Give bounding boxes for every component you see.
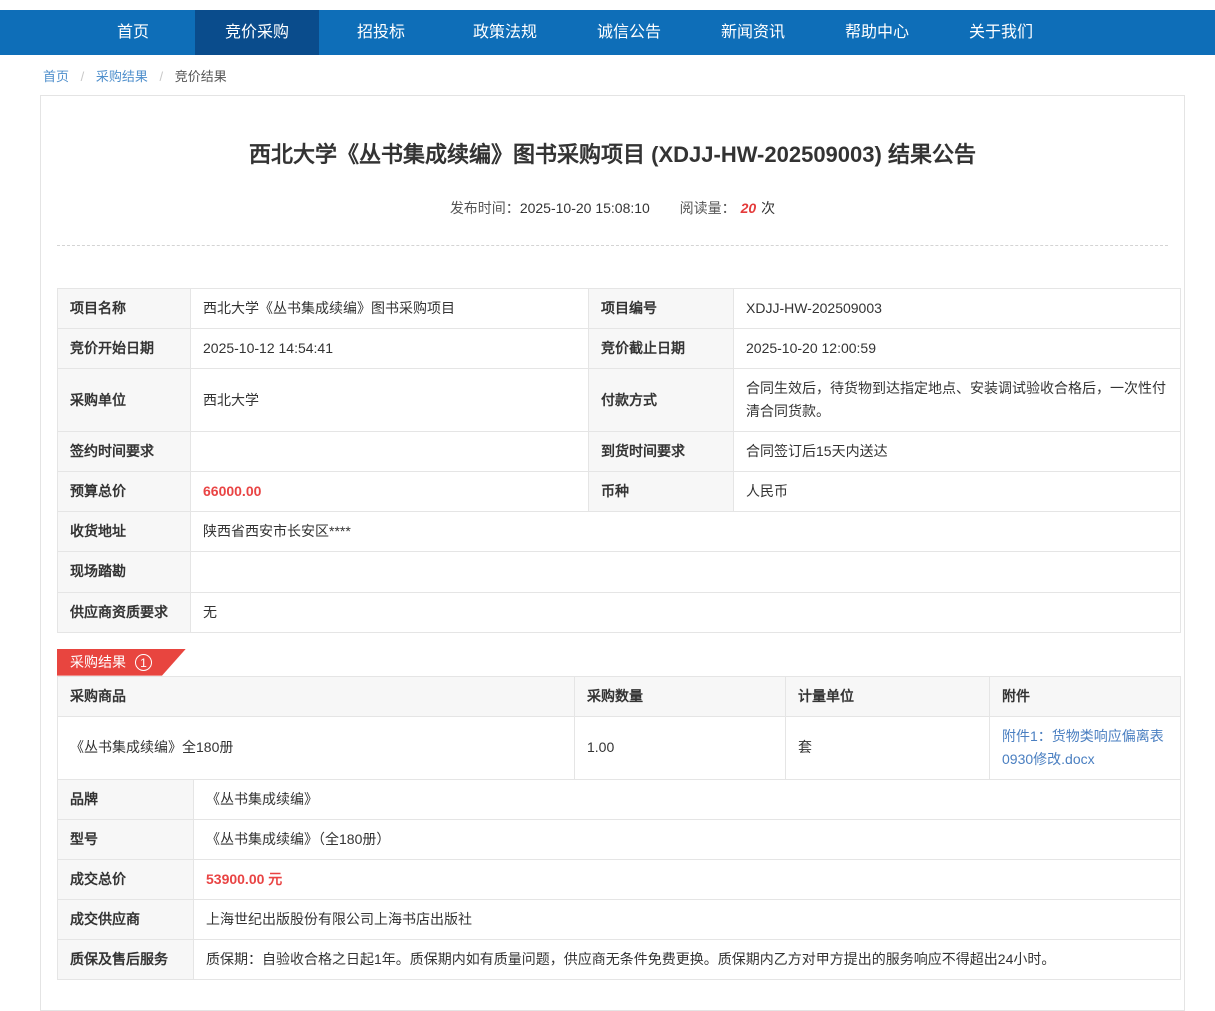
info-value: 合同生效后，待货物到达指定地点、安装调试验收合格后，一次性付清合同货款。 (734, 368, 1181, 431)
product-name: 《丛书集成续编》全180册 (58, 716, 575, 779)
info-label: 付款方式 (589, 368, 734, 431)
info-value: 合同签订后15天内送达 (734, 432, 1181, 472)
info-value: XDJJ-HW-202509003 (734, 288, 1181, 328)
nav-item-integrity[interactable]: 诚信公告 (567, 10, 691, 55)
budget-total-value: 66000.00 (191, 472, 589, 512)
attachment-link[interactable]: 附件1：货物类响应偏离表0930修改.docx (1002, 728, 1164, 767)
info-label: 竞价截止日期 (589, 328, 734, 368)
table-row: 型号 《丛书集成续编》（全180册） (58, 820, 1181, 860)
nav-item-help[interactable]: 帮助中心 (815, 10, 939, 55)
breadcrumb-current: 竞价结果 (175, 69, 227, 84)
column-header-attachment: 附件 (990, 676, 1181, 716)
info-value: 陕西省西安市长安区**** (191, 512, 1181, 552)
info-label: 币种 (589, 472, 734, 512)
main-nav: 首页 竞价采购 招投标 政策法规 诚信公告 新闻资讯 帮助中心 关于我们 (0, 10, 1215, 55)
info-label: 收货地址 (58, 512, 191, 552)
nav-item-about[interactable]: 关于我们 (939, 10, 1063, 55)
table-row: 签约时间要求 到货时间要求 合同签订后15天内送达 (58, 432, 1181, 472)
info-label: 竞价开始日期 (58, 328, 191, 368)
detail-value: 《丛书集成续编》 (194, 779, 1181, 819)
info-label: 项目编号 (589, 288, 734, 328)
result-detail-table: 品牌 《丛书集成续编》 型号 《丛书集成续编》（全180册） 成交总价 5390… (57, 779, 1181, 980)
info-value: 无 (191, 592, 1181, 632)
dashed-divider (57, 245, 1168, 246)
views-label: 阅读量： (680, 200, 736, 216)
table-row: 现场踏勘 (58, 552, 1181, 592)
detail-value: 《丛书集成续编》（全180册） (194, 820, 1181, 860)
product-unit: 套 (786, 716, 990, 779)
publish-time-label: 发布时间： (450, 200, 520, 216)
info-label: 供应商资质要求 (58, 592, 191, 632)
table-row: 成交总价 53900.00 元 (58, 860, 1181, 900)
info-value: 人民币 (734, 472, 1181, 512)
info-label: 预算总价 (58, 472, 191, 512)
table-row: 成交供应商 上海世纪出版股份有限公司上海书店出版社 (58, 900, 1181, 940)
result-table: 采购商品 采购数量 计量单位 附件 《丛书集成续编》全180册 1.00 套 附… (57, 676, 1181, 780)
deal-total-price: 53900.00 元 (194, 860, 1181, 900)
nav-item-tender[interactable]: 招投标 (319, 10, 443, 55)
breadcrumb: 首页 / 采购结果 / 竞价结果 (0, 55, 1215, 95)
info-label: 到货时间要求 (589, 432, 734, 472)
table-row: 质保及售后服务 质保期：自验收合格之日起1年。质保期内如有质量问题，供应商无条件… (58, 940, 1181, 980)
info-label: 现场踏勘 (58, 552, 191, 592)
detail-value: 上海世纪出版股份有限公司上海书店出版社 (194, 900, 1181, 940)
nav-item-bidding-purchase[interactable]: 竞价采购 (195, 10, 319, 55)
breadcrumb-link-home[interactable]: 首页 (43, 69, 69, 84)
table-row: 预算总价 66000.00 币种 人民币 (58, 472, 1181, 512)
info-label: 采购单位 (58, 368, 191, 431)
table-row: 项目名称 西北大学《丛书集成续编》图书采购项目 项目编号 XDJJ-HW-202… (58, 288, 1181, 328)
table-row: 收货地址 陕西省西安市长安区**** (58, 512, 1181, 552)
result-badge-label: 采购结果 (70, 652, 126, 672)
info-value: 2025-10-20 12:00:59 (734, 328, 1181, 368)
info-label: 签约时间要求 (58, 432, 191, 472)
nav-item-policy[interactable]: 政策法规 (443, 10, 567, 55)
info-value (191, 552, 1181, 592)
breadcrumb-separator: / (160, 69, 164, 84)
info-value: 西北大学 (191, 368, 589, 431)
breadcrumb-separator: / (81, 69, 85, 84)
column-header-product: 采购商品 (58, 676, 575, 716)
result-badge-row: 采购结果 1 (57, 649, 1180, 676)
detail-value: 质保期：自验收合格之日起1年。质保期内如有质量问题，供应商无条件免费更换。质保期… (194, 940, 1181, 980)
nav-item-home[interactable]: 首页 (71, 10, 195, 55)
info-value (191, 432, 589, 472)
product-quantity: 1.00 (575, 716, 786, 779)
table-row: 供应商资质要求 无 (58, 592, 1181, 632)
column-header-unit: 计量单位 (786, 676, 990, 716)
result-badge: 采购结果 1 (57, 649, 186, 676)
info-value: 2025-10-12 14:54:41 (191, 328, 589, 368)
detail-label: 成交供应商 (58, 900, 194, 940)
detail-label: 型号 (58, 820, 194, 860)
nav-item-news[interactable]: 新闻资讯 (691, 10, 815, 55)
detail-label: 成交总价 (58, 860, 194, 900)
project-info-table: 项目名称 西北大学《丛书集成续编》图书采购项目 项目编号 XDJJ-HW-202… (57, 288, 1181, 633)
table-row: 采购单位 西北大学 付款方式 合同生效后，待货物到达指定地点、安装调试验收合格后… (58, 368, 1181, 431)
table-row: 竞价开始日期 2025-10-12 14:54:41 竞价截止日期 2025-1… (58, 328, 1181, 368)
table-header-row: 采购商品 采购数量 计量单位 附件 (58, 676, 1181, 716)
announcement-meta: 发布时间：2025-10-20 15:08:10 阅读量： 20次 (57, 198, 1168, 218)
breadcrumb-link-purchase-results[interactable]: 采购结果 (96, 69, 148, 84)
announcement-card: 西北大学《丛书集成续编》图书采购项目 (XDJJ-HW-202509003) 结… (40, 95, 1185, 1011)
info-label: 项目名称 (58, 288, 191, 328)
views-count: 20 (741, 200, 757, 216)
detail-label: 质保及售后服务 (58, 940, 194, 980)
views-unit: 次 (761, 200, 775, 216)
result-badge-count: 1 (135, 654, 152, 671)
detail-label: 品牌 (58, 779, 194, 819)
table-row: 品牌 《丛书集成续编》 (58, 779, 1181, 819)
info-value: 西北大学《丛书集成续编》图书采购项目 (191, 288, 589, 328)
column-header-quantity: 采购数量 (575, 676, 786, 716)
publish-time-value: 2025-10-20 15:08:10 (520, 200, 650, 216)
table-row: 《丛书集成续编》全180册 1.00 套 附件1：货物类响应偏离表0930修改.… (58, 716, 1181, 779)
page-title: 西北大学《丛书集成续编》图书采购项目 (XDJJ-HW-202509003) 结… (57, 140, 1168, 171)
